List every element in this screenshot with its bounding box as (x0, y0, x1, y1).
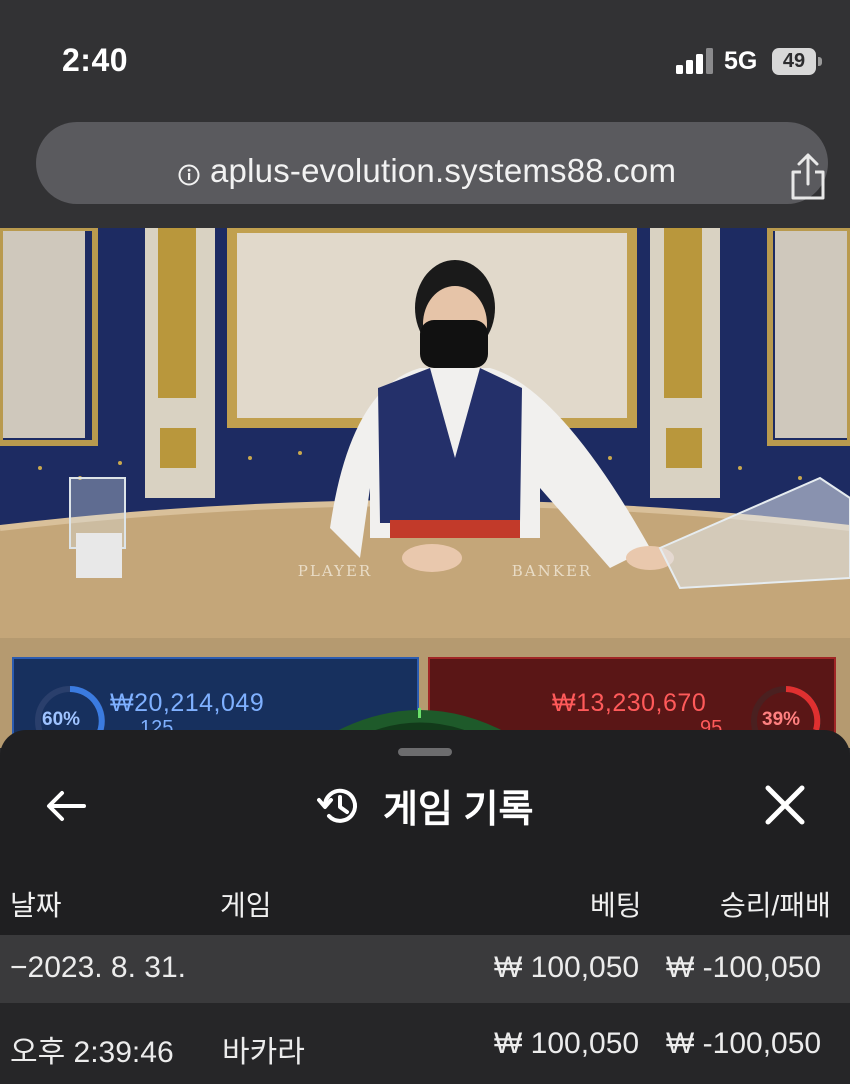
sheet-header: 게임 기록 (0, 778, 850, 834)
column-header-date: 날짜 (10, 890, 62, 921)
row-game-name: 바카라 (222, 1036, 305, 1069)
column-header-game: 게임 (220, 890, 272, 921)
battery-level: 49 (772, 48, 816, 75)
info-icon[interactable] (178, 164, 200, 186)
player-percent: 60% (42, 709, 81, 730)
banker-percent: 39% (762, 709, 801, 730)
url-text[interactable]: aplus-evolution.systems88.com (210, 152, 676, 190)
player-total-amount: ₩20,214,049 (110, 689, 265, 717)
date-group-row[interactable]: −2023. 8. 31. ₩ 100,050 ₩ -100,050 (0, 935, 850, 1003)
date-group-bet-total: ₩ 100,050 (494, 951, 640, 984)
date-group-label: −2023. 8. 31. (10, 951, 186, 984)
player-area-label: PLAYER (298, 562, 372, 580)
row-time: 오후 2:39:46 (10, 1036, 174, 1069)
game-history-sheet: 게임 기록 날짜 게임 베팅 승리/패배 −2023. 8. 31. ₩ 100… (0, 730, 850, 1084)
share-icon[interactable] (788, 152, 828, 202)
history-icon (316, 788, 357, 823)
status-bar: 2:40 5G 49 (0, 0, 850, 110)
row-result-amount: ₩ -100,050 (666, 1027, 822, 1060)
table-row[interactable]: 오후 2:39:46 바카라 ₩ 100,050 ₩ -100,050 (0, 1003, 850, 1084)
column-header-bet: 베팅 (590, 890, 642, 921)
address-bar[interactable]: aplus-evolution.systems88.com (36, 122, 828, 204)
status-time: 2:40 (62, 42, 129, 78)
banker-area-label: BANKER (512, 562, 592, 580)
close-icon[interactable] (760, 780, 810, 830)
network-type: 5G (724, 47, 758, 75)
date-group-result-total: ₩ -100,050 (666, 951, 822, 984)
battery-icon: 49 (772, 48, 822, 75)
cellular-signal-icon (676, 48, 713, 74)
banker-total-amount: ₩13,230,670 (552, 689, 707, 717)
browser-address-area: aplus-evolution.systems88.com (0, 110, 850, 228)
sheet-title: 게임 기록 (383, 789, 534, 831)
sheet-drag-handle[interactable] (398, 748, 452, 756)
column-header-result: 승리/패배 (720, 890, 831, 921)
row-bet-amount: ₩ 100,050 (494, 1027, 640, 1060)
